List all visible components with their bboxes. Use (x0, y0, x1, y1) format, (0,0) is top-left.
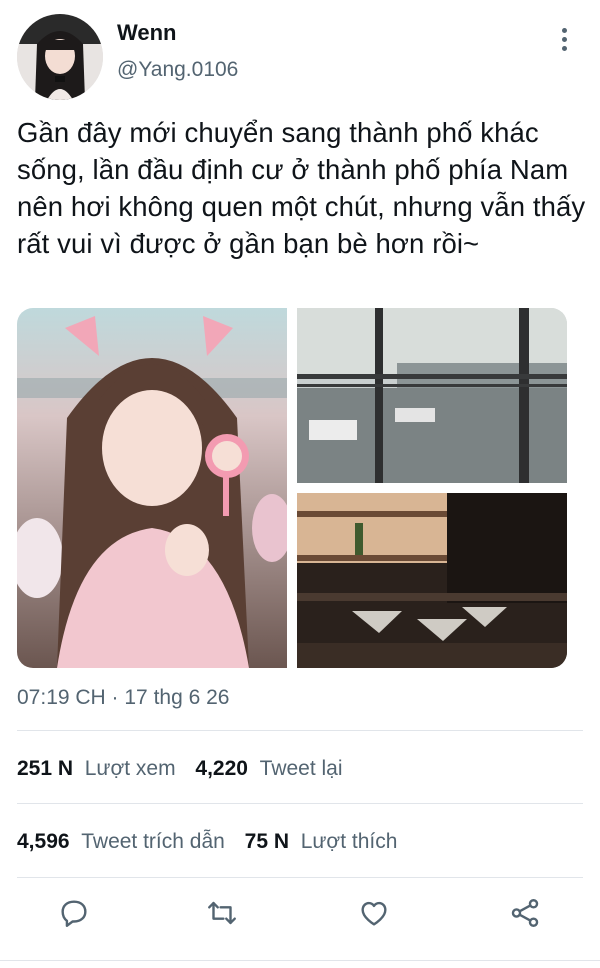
views-stat[interactable]: 251 N Lượt xem (17, 757, 176, 780)
media-image-bar-interior[interactable] (297, 493, 567, 668)
quotes-label: Tweet trích dẫn (81, 830, 225, 853)
likes-count: 75 N (244, 830, 290, 853)
views-count: 251 N (17, 757, 74, 780)
bottom-divider (0, 960, 600, 961)
tweet-text: Gần đây mới chuyển sang thành phố khác s… (17, 117, 586, 259)
media-grid (17, 308, 567, 668)
media-image-airport-view[interactable] (297, 308, 567, 483)
share-icon[interactable] (508, 896, 548, 936)
views-label: Lượt xem (84, 757, 176, 780)
like-icon[interactable] (357, 896, 397, 936)
author-name[interactable]: Wenn (117, 20, 176, 46)
reply-icon[interactable] (57, 896, 97, 936)
divider (17, 730, 583, 731)
retweets-label: Tweet lại (259, 757, 343, 780)
likes-label: Lượt thích (300, 830, 398, 853)
quotes-stat[interactable]: 4,596 Tweet trích dẫn (17, 830, 225, 853)
more-vertical-icon[interactable] (552, 28, 576, 56)
quotes-count: 4,596 (17, 830, 70, 853)
divider (17, 877, 583, 878)
divider (17, 803, 583, 804)
avatar[interactable] (17, 14, 103, 100)
retweets-count: 4,220 (195, 757, 248, 780)
retweets-stat[interactable]: 4,220 Tweet lại (195, 757, 342, 780)
author-handle[interactable]: @Yang.0106 (117, 58, 238, 82)
tweet-timestamp[interactable]: 07:19 CH · 17 thg 6 26 (17, 686, 229, 710)
retweet-icon[interactable] (205, 896, 245, 936)
stats-row-views-retweets: 251 N Lượt xem 4,220 Tweet lại (17, 757, 357, 781)
likes-stat[interactable]: 75 N Lượt thích (245, 830, 398, 853)
tweet-actions (0, 896, 600, 940)
media-image-girl-portrait[interactable] (17, 308, 292, 668)
stats-row-quotes-likes: 4,596 Tweet trích dẫn 75 N Lượt thích (17, 830, 411, 854)
